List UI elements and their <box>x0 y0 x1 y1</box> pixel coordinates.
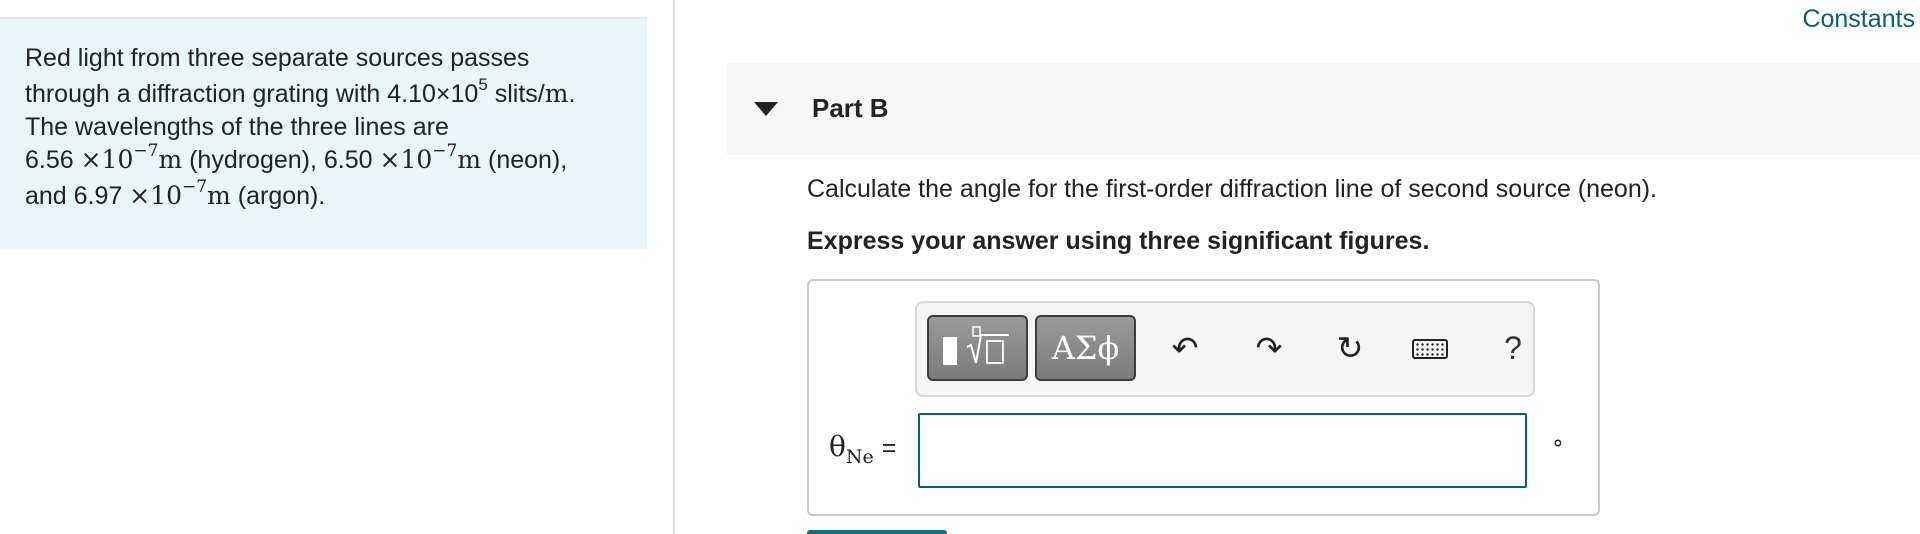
math-toolbar: ΑΣϕ ↶ ↷ ↻ ? <box>915 301 1535 397</box>
help-button[interactable]: ? <box>1488 323 1538 373</box>
keyboard-button[interactable] <box>1405 323 1455 373</box>
undo-icon[interactable]: ↶ <box>1160 323 1210 373</box>
problem-line-5: and 6.97 ×10−7m (argon). <box>25 176 326 210</box>
caret-down-icon[interactable] <box>754 102 778 116</box>
constants-link[interactable]: Constants <box>1802 5 1915 34</box>
part-title: Part B <box>812 93 889 123</box>
greek-symbols-button[interactable]: ΑΣϕ <box>1035 315 1136 381</box>
answer-input[interactable] <box>918 413 1527 488</box>
reset-icon[interactable]: ↻ <box>1325 323 1375 373</box>
redo-icon[interactable]: ↷ <box>1244 323 1294 373</box>
problem-statement: Red light from three separate sources pa… <box>25 40 625 214</box>
problem-line-4: 6.56 ×10−7m (hydrogen), 6.50 ×10−7m (neo… <box>25 140 568 174</box>
equals-sign: = <box>881 434 897 462</box>
submit-button[interactable] <box>807 530 947 534</box>
panel-divider <box>673 0 675 534</box>
problem-line-3: The wavelengths of the three lines are <box>25 113 449 141</box>
problem-line-2: through a diffraction grating with 4.10×… <box>25 74 576 108</box>
variable-subscript: Ne <box>845 446 874 468</box>
instruction-text: Express your answer using three signific… <box>807 227 1430 255</box>
variable-symbol: θ <box>829 430 846 463</box>
keyboard-icon <box>1412 339 1448 359</box>
part-b-header[interactable]: Part B <box>727 63 1920 155</box>
page: Red light from three separate sources pa… <box>0 0 1920 534</box>
degree-unit: ∘ <box>1551 430 1565 455</box>
problem-line-1: Red light from three separate sources pa… <box>25 44 530 72</box>
templates-icon <box>943 326 1009 365</box>
answer-variable-label: θNe = <box>829 430 897 468</box>
question-text: Calculate the angle for the first-order … <box>807 175 1657 203</box>
templates-button[interactable] <box>927 315 1028 381</box>
